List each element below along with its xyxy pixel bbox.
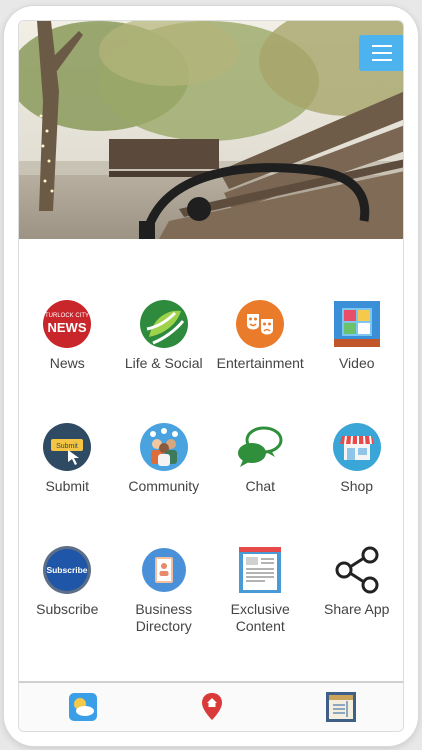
tile-shop[interactable]: Shop xyxy=(309,422,404,495)
tile-label: Subscribe xyxy=(36,601,99,617)
tile-label: Chat xyxy=(245,478,276,494)
leaf-icon xyxy=(139,300,188,348)
tile-label: Shop xyxy=(340,478,374,494)
tile-submit[interactable]: Submit Submit xyxy=(19,422,116,495)
tile-label: Community xyxy=(128,478,200,494)
tile-share-app[interactable]: Share App xyxy=(309,545,404,635)
feature-grid: TURLOCK CITY NEWS News Life & Social Ent… xyxy=(19,299,404,635)
weather-icon xyxy=(69,693,98,721)
bottom-nav-map[interactable] xyxy=(194,689,230,725)
app-screen: TURLOCK CITY NEWS News Life & Social Ent… xyxy=(18,20,404,732)
tile-label: Life & Social xyxy=(124,355,203,371)
tile-business-directory[interactable]: Business Directory xyxy=(116,545,213,635)
community-icon xyxy=(139,423,188,471)
svg-text:Subscribe: Subscribe xyxy=(47,565,88,575)
tile-label: Exclusive Content xyxy=(230,601,290,634)
subscribe-icon: Subscribe xyxy=(43,546,92,594)
document-icon xyxy=(239,547,282,593)
tile-label: Business Directory xyxy=(135,601,193,634)
directory-icon xyxy=(141,548,186,592)
chat-icon xyxy=(238,426,283,467)
tile-video[interactable]: Video xyxy=(309,299,404,372)
tile-label: Submit xyxy=(45,478,90,494)
tile-life-social[interactable]: Life & Social xyxy=(116,299,213,372)
bottom-nav-calendar[interactable] xyxy=(323,689,359,725)
tile-news[interactable]: TURLOCK CITY NEWS News xyxy=(19,299,116,372)
svg-text:TURLOCK CITY: TURLOCK CITY xyxy=(45,313,89,319)
device-frame: TURLOCK CITY NEWS News Life & Social Ent… xyxy=(4,6,418,746)
menu-button[interactable] xyxy=(359,35,403,71)
tile-subscribe[interactable]: Subscribe Subscribe xyxy=(19,545,116,635)
news-icon: TURLOCK CITY NEWS xyxy=(43,300,92,348)
share-icon xyxy=(335,546,379,594)
svg-text:NEWS: NEWS xyxy=(48,320,87,335)
bottom-nav-weather[interactable] xyxy=(65,689,101,725)
tile-label: Entertainment xyxy=(216,355,304,371)
hamburger-icon xyxy=(372,45,392,47)
tile-chat[interactable]: Chat xyxy=(212,422,309,495)
tile-entertainment[interactable]: Entertainment xyxy=(212,299,309,372)
hero-image xyxy=(19,21,403,239)
submit-icon: Submit xyxy=(43,423,92,471)
tile-label: Share App xyxy=(324,601,390,617)
shop-icon xyxy=(332,423,381,471)
theater-masks-icon xyxy=(236,300,285,348)
tile-label: News xyxy=(49,355,85,371)
tile-community[interactable]: Community xyxy=(116,422,213,495)
calendar-icon xyxy=(325,692,356,722)
svg-text:Submit: Submit xyxy=(56,443,78,450)
tile-label: Video xyxy=(338,355,375,371)
map-pin-icon xyxy=(201,693,222,720)
tile-exclusive-content[interactable]: Exclusive Content xyxy=(212,545,309,635)
bottom-nav xyxy=(19,681,403,731)
video-icon xyxy=(333,301,380,347)
